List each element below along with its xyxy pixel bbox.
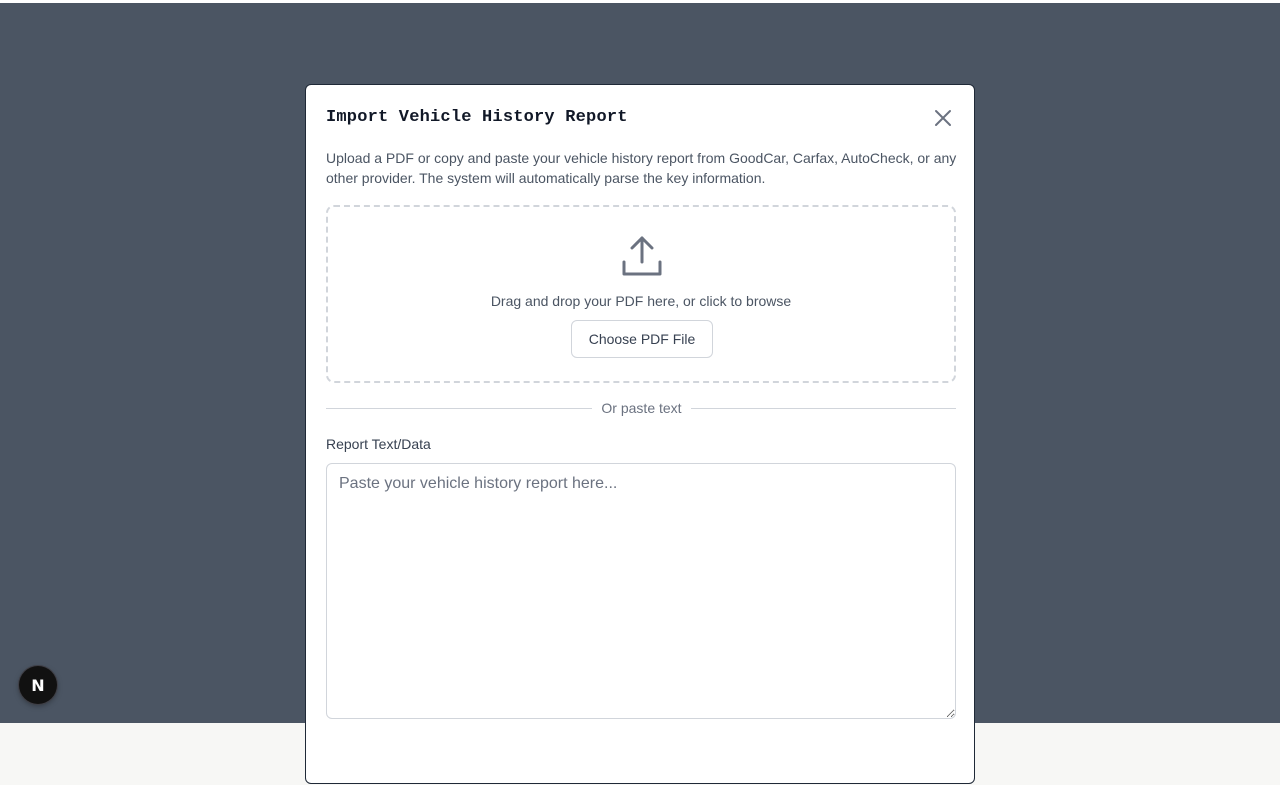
- close-icon: [935, 110, 951, 126]
- upload-icon: [622, 236, 662, 276]
- nextjs-icon: N: [31, 675, 45, 695]
- report-text-input[interactable]: [326, 463, 956, 719]
- choose-pdf-button[interactable]: Choose PDF File: [571, 320, 713, 358]
- nextjs-dev-badge[interactable]: N: [19, 666, 57, 704]
- pdf-dropzone[interactable]: Drag and drop your PDF here, or click to…: [326, 205, 956, 383]
- or-divider: Or paste text: [326, 398, 956, 418]
- dropzone-text: Drag and drop your PDF here, or click to…: [490, 293, 792, 309]
- divider-label: Or paste text: [601, 400, 682, 416]
- import-report-modal: Import Vehicle History Report Upload a P…: [305, 84, 975, 784]
- modal-title: Import Vehicle History Report: [326, 108, 628, 127]
- divider-line-right: [691, 408, 956, 409]
- divider-line-left: [326, 408, 592, 409]
- close-button[interactable]: [932, 107, 954, 129]
- modal-description: Upload a PDF or copy and paste your vehi…: [326, 150, 957, 186]
- report-text-label: Report Text/Data: [326, 436, 431, 452]
